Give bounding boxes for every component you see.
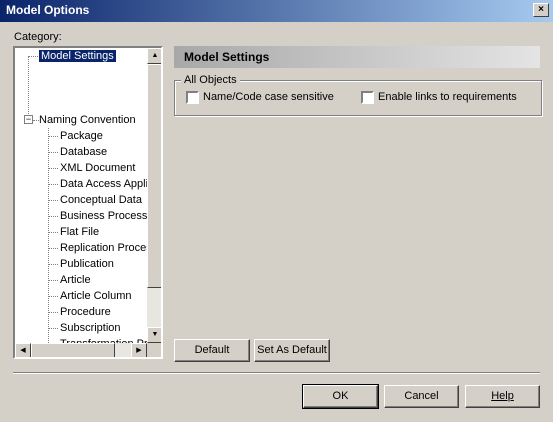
tree-item[interactable]: Transformation Pro [60,336,147,343]
hscroll-thumb[interactable] [31,343,115,357]
scroll-right-icon[interactable]: ▶ [131,343,147,357]
tree-item[interactable]: Publication [60,256,114,272]
set-as-default-button[interactable]: Set As Default [254,339,330,362]
name-code-case-label[interactable]: Name/Code case sensitive [203,91,334,103]
tree-item[interactable]: Database [60,144,107,160]
tree-item[interactable]: Package [60,128,103,144]
tree-item[interactable]: Article [60,272,91,288]
scroll-thumb[interactable] [147,64,161,288]
horizontal-scrollbar[interactable]: ◀ ▶ [15,343,147,357]
tree-item-model-settings[interactable]: Model Settings [38,48,117,64]
tree-item[interactable]: Business Process [60,208,147,224]
scroll-left-icon[interactable]: ◀ [15,343,31,357]
vertical-scrollbar[interactable]: ▲ ▼ [147,48,161,343]
tree-item[interactable]: Procedure [60,304,111,320]
tree-item-naming-convention[interactable]: Naming Convention [39,112,136,128]
close-icon: × [538,4,544,15]
separator [13,372,540,374]
category-label: Category: [14,31,62,43]
default-button[interactable]: Default [174,339,250,362]
scroll-up-icon[interactable]: ▲ [147,48,161,64]
window-title: Model Options [6,3,90,17]
panel-header: Model Settings [174,46,540,68]
category-tree[interactable]: Model Settings − Naming Convention Packa… [13,46,163,359]
tree-item[interactable]: Conceptual Data [60,192,142,208]
enable-links-checkbox[interactable] [361,91,374,104]
tree-item[interactable]: Data Access Appli [60,176,147,192]
ok-button[interactable]: OK [302,384,379,409]
name-code-case-checkbox[interactable] [186,91,199,104]
tree-item[interactable]: Subscription [60,320,121,336]
tree-item[interactable]: Flat File [60,224,99,240]
enable-links-label[interactable]: Enable links to requirements [378,91,517,103]
tree-item[interactable]: Article Column [60,288,132,304]
close-button[interactable]: × [533,3,549,17]
group-title: All Objects [181,74,240,86]
collapse-icon[interactable]: − [24,115,33,124]
title-bar[interactable]: Model Options × [0,0,553,22]
scroll-down-icon[interactable]: ▼ [147,327,161,343]
help-button[interactable]: Help [465,385,540,408]
tree-item[interactable]: Replication Proces [60,240,147,256]
cancel-button[interactable]: Cancel [384,385,459,408]
tree-item[interactable]: XML Document [60,160,135,176]
